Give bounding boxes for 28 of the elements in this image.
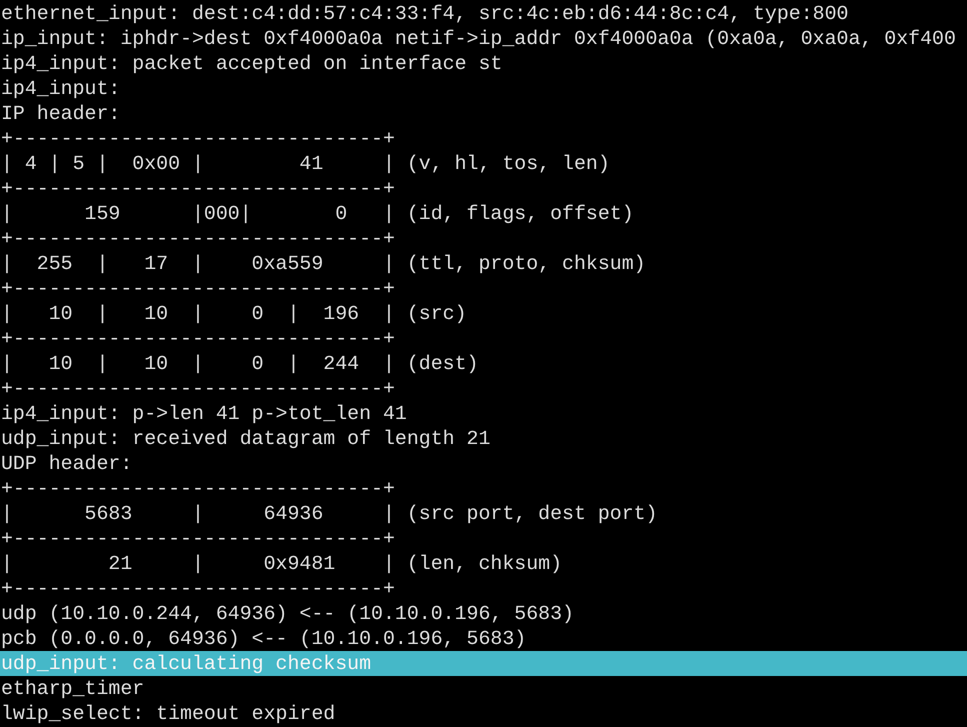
terminal-line: | 159 |000| 0 | (id, flags, offset) bbox=[0, 201, 634, 226]
terminal-line: +-------------------------------+ bbox=[0, 276, 395, 301]
terminal-line: | 10 | 10 | 0 | 244 | (dest) bbox=[0, 351, 478, 376]
terminal-line: pcb (0.0.0.0, 64936) <-- (10.10.0.196, 5683) bbox=[0, 626, 526, 651]
terminal-line: ip4_input: bbox=[0, 76, 120, 101]
terminal-line: ip_input: iphdr->dest 0xf4000a0a netif->ip_addr 0xf4000a0a (0xa0a, 0xa0a, 0xf400 bbox=[0, 26, 956, 51]
terminal-line: +-------------------------------+ bbox=[0, 476, 395, 501]
terminal-line: ethernet_input: dest:c4:dd:57:c4:33:f4, src:4c:eb:d6:44:8c:c4, type:800 bbox=[0, 1, 848, 26]
terminal-line: ip4_input: packet accepted on interface st bbox=[0, 51, 502, 76]
terminal-line: +-------------------------------+ bbox=[0, 126, 395, 151]
terminal-line: lwip_select: timeout expired bbox=[0, 701, 336, 726]
terminal-line: +-------------------------------+ bbox=[0, 226, 395, 251]
terminal-line: | 5683 | 64936 | (src port, dest port) bbox=[0, 501, 658, 526]
terminal-line: +-------------------------------+ bbox=[0, 526, 395, 551]
terminal-line: UDP header: bbox=[0, 451, 132, 476]
terminal-line: udp_input: received datagram of length 21 bbox=[0, 426, 490, 451]
terminal-line: etharp_timer bbox=[0, 676, 144, 701]
terminal-line: +-------------------------------+ bbox=[0, 576, 395, 601]
terminal-line: +-------------------------------+ bbox=[0, 326, 395, 351]
terminal-line: | 255 | 17 | 0xa559 | (ttl, proto, chksum) bbox=[0, 251, 646, 276]
terminal-line: | 21 | 0x9481 | (len, chksum) bbox=[0, 551, 562, 576]
terminal-line: udp (10.10.0.244, 64936) <-- (10.10.0.196, 5683) bbox=[0, 601, 574, 626]
terminal-line: IP header: bbox=[0, 101, 120, 126]
terminal-line: | 10 | 10 | 0 | 196 | (src) bbox=[0, 301, 467, 326]
terminal-line: | 4 | 5 | 0x00 | 41 | (v, hl, tos, len) bbox=[0, 151, 610, 176]
terminal-line: +-------------------------------+ bbox=[0, 376, 395, 401]
terminal-line: ip4_input: p->len 41 p->tot_len 41 bbox=[0, 401, 407, 426]
terminal-line: +-------------------------------+ bbox=[0, 176, 395, 201]
